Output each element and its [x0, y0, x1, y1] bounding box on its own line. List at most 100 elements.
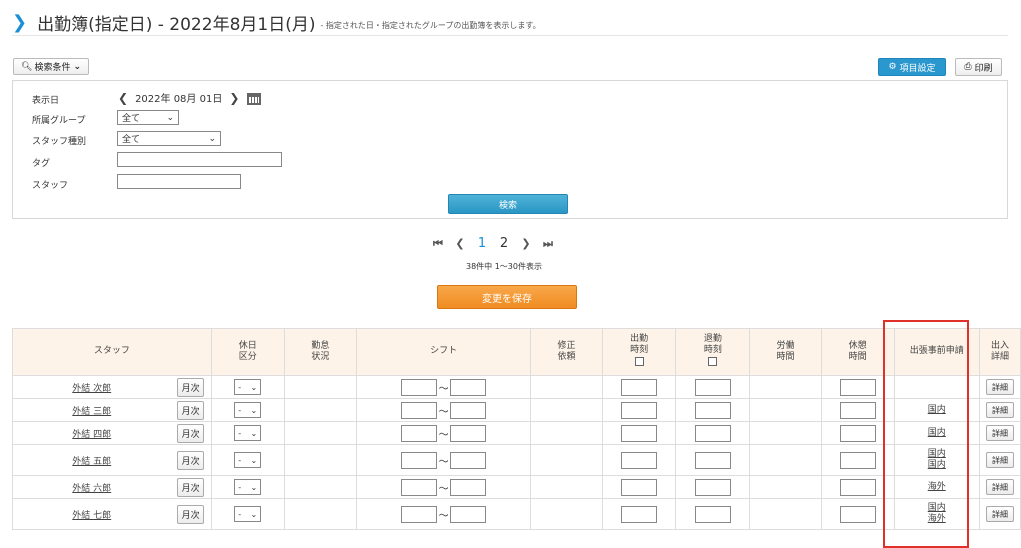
clock-out-cell	[675, 398, 751, 422]
business-trip-link[interactable]: 国内	[895, 503, 979, 514]
item-settings-button[interactable]: ⚙ 項目設定	[878, 58, 946, 76]
staff-type-select[interactable]: 全て ⌄	[117, 131, 221, 146]
monthly-button[interactable]: 月次	[177, 400, 205, 420]
clock-in-input[interactable]	[621, 478, 658, 496]
detail-button[interactable]: 詳細	[985, 425, 1014, 441]
holiday-type-select[interactable]: - ⌄	[234, 452, 262, 468]
staff-name-link[interactable]: 外結 七郎	[72, 511, 111, 521]
shift-end-input[interactable]	[450, 401, 487, 419]
clock-out-all-checkbox[interactable]	[708, 357, 718, 367]
col-correction-label-1: 修正	[557, 340, 576, 351]
display-date-value: 2022年 08月 01日	[135, 94, 223, 105]
last-page-icon[interactable]: ⏭	[537, 237, 559, 251]
clock-in-input[interactable]	[621, 401, 658, 419]
chevron-down-icon: ⌄	[73, 61, 81, 72]
clock-in-input[interactable]	[621, 451, 658, 469]
result-range-text: 38件中 1〜30件表示	[466, 262, 542, 271]
page-title-bar: ❯ 出勤簿(指定日) - 2022年8月1日(月) - 指定された日・指定された…	[12, 10, 1008, 36]
shift-start-input[interactable]	[401, 451, 438, 469]
clock-out-input[interactable]	[694, 378, 731, 396]
business-trip-link[interactable]: 国内	[895, 428, 979, 439]
search-button[interactable]: 検索	[448, 194, 568, 214]
holiday-type-select[interactable]: - ⌄	[234, 479, 262, 495]
prev-page-icon[interactable]: ❮	[449, 237, 471, 250]
col-staff: スタッフ	[12, 328, 212, 376]
first-page-icon[interactable]: ⏮	[427, 237, 449, 251]
shift-start-input[interactable]	[401, 378, 438, 396]
group-select[interactable]: 全て ⌄	[117, 110, 179, 125]
search-conditions-button[interactable]: 🔍︎ 検索条件 ⌄	[13, 58, 89, 75]
clock-out-input[interactable]	[694, 424, 731, 442]
shift-start-input[interactable]	[401, 401, 438, 419]
clock-out-input[interactable]	[694, 478, 731, 496]
clock-in-all-checkbox[interactable]	[634, 357, 644, 367]
clock-out-input[interactable]	[694, 401, 731, 419]
business-trip-link[interactable]: 海外	[895, 514, 979, 525]
calendar-icon[interactable]	[247, 91, 262, 105]
break-time-input[interactable]	[839, 378, 876, 396]
business-trip-link[interactable]: 国内	[895, 405, 979, 416]
business-trip-link[interactable]: 海外	[895, 482, 979, 493]
col-break-time: 休憩 時間	[820, 328, 895, 376]
print-label: 印刷	[974, 63, 993, 74]
holiday-type-select[interactable]: - ⌄	[234, 379, 262, 395]
clock-in-input[interactable]	[621, 378, 658, 396]
shift-end-input[interactable]	[450, 505, 487, 523]
prev-date-icon[interactable]: ❮	[118, 91, 128, 105]
break-time-input[interactable]	[839, 451, 876, 469]
monthly-button[interactable]: 月次	[177, 423, 205, 443]
monthly-button[interactable]: 月次	[177, 377, 205, 397]
monthly-cell: 月次	[170, 444, 212, 476]
page-link-2[interactable]: 2	[493, 236, 515, 251]
staff-name-link[interactable]: 外結 六郎	[72, 484, 111, 494]
save-changes-button[interactable]: 変更を保存	[437, 285, 577, 309]
shift-start-input[interactable]	[401, 478, 438, 496]
monthly-button[interactable]: 月次	[177, 450, 205, 470]
monthly-button[interactable]: 月次	[177, 504, 205, 524]
break-time-input[interactable]	[839, 505, 876, 523]
io-detail-cell: 詳細	[978, 444, 1021, 476]
tag-input[interactable]	[117, 152, 282, 167]
clock-out-input[interactable]	[694, 451, 731, 469]
clock-out-input[interactable]	[694, 505, 731, 523]
detail-button[interactable]: 詳細	[985, 402, 1014, 418]
detail-button[interactable]: 詳細	[985, 506, 1014, 522]
next-date-icon[interactable]: ❯	[229, 91, 239, 105]
holiday-type-select[interactable]: - ⌄	[234, 506, 262, 522]
staff-input[interactable]	[117, 174, 241, 189]
detail-button[interactable]: 詳細	[985, 379, 1014, 395]
staff-name-link[interactable]: 外結 三郎	[72, 407, 111, 417]
holiday-type-select[interactable]: - ⌄	[234, 425, 262, 441]
business-trip-link[interactable]: 国内	[895, 460, 979, 471]
clock-in-input[interactable]	[621, 505, 658, 523]
print-button[interactable]: ⎙ 印刷	[955, 58, 1002, 76]
holiday-type-value: -	[238, 455, 242, 465]
col-attendance-label-2: 状況	[311, 352, 330, 362]
shift-end-input[interactable]	[450, 478, 487, 496]
break-time-input[interactable]	[839, 401, 876, 419]
break-time-input[interactable]	[839, 478, 876, 496]
shift-start-input[interactable]	[401, 424, 438, 442]
shift-end-input[interactable]	[450, 424, 487, 442]
next-page-icon[interactable]: ❯	[515, 237, 537, 250]
shift-start-input[interactable]	[401, 505, 438, 523]
staff-name-link[interactable]: 外結 次郎	[72, 384, 111, 394]
staff-label: スタッフ	[32, 181, 69, 191]
break-time-input[interactable]	[839, 424, 876, 442]
holiday-type-select[interactable]: - ⌄	[234, 402, 262, 418]
detail-button[interactable]: 詳細	[985, 479, 1014, 495]
staff-name-link[interactable]: 外結 五郎	[72, 457, 111, 467]
clock-in-input[interactable]	[621, 424, 658, 442]
staff-name-link[interactable]: 外結 四郎	[72, 430, 111, 440]
table-header-row: スタッフ 休日 区分 勤怠 状況 シフト 修正 依頼 出勤 時刻 退勤 時刻 労働 時間 休…	[12, 328, 1021, 376]
business-trip-link[interactable]: 国内	[895, 449, 979, 460]
col-business-trip-label: 出張事前申請	[909, 346, 964, 357]
detail-button[interactable]: 詳細	[985, 452, 1014, 468]
shift-end-input[interactable]	[450, 451, 487, 469]
page-link-1[interactable]: 1	[471, 236, 493, 251]
col-correction-request: 修正 依頼	[530, 328, 603, 376]
page-title: 出勤簿(指定日) - 2022年8月1日(月)	[37, 15, 316, 35]
shift-end-input[interactable]	[450, 378, 487, 396]
clock-in-cell	[601, 475, 677, 499]
monthly-button[interactable]: 月次	[177, 477, 205, 497]
